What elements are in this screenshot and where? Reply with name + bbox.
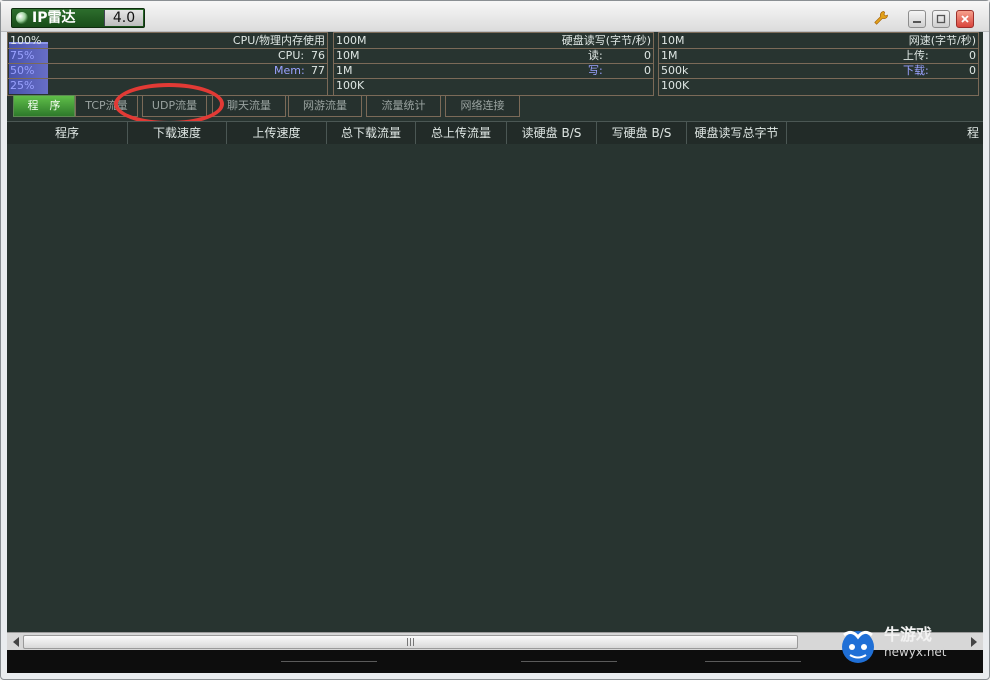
disk-scale-100k: 100K [336, 79, 365, 92]
cpu-value: 76 [311, 49, 325, 62]
main-content: 100% CPU/物理内存使用 75% CPU: 76 50% Mem: 77 … [7, 32, 983, 673]
column-program[interactable]: 程序 [7, 122, 128, 144]
table-header: 程序 下载速度 上传速度 总下载流量 总上传流量 读硬盘 B/S 写硬盘 B/S… [7, 121, 983, 145]
scroll-right-arrow-icon[interactable] [971, 637, 977, 647]
cpu-panel-row-1: 100% CPU/物理内存使用 [8, 33, 327, 49]
cpu-panel-row-3: 50% Mem: 77 [8, 63, 327, 79]
cpu-scale-100: 100% [10, 34, 42, 47]
disk-scale-10m: 10M [336, 49, 360, 62]
disk-scale-1m: 1M [336, 64, 353, 77]
disk-io-panel: 100M 硬盘读写(字节/秒) 10M 读: 0 1M 写: 0 100K [333, 32, 654, 96]
disk-panel-title: 硬盘读写(字节/秒) [561, 34, 651, 47]
table-body [7, 144, 983, 631]
net-panel-row-3: 500k 下载: 0 [659, 63, 978, 79]
scroll-left-arrow-icon[interactable] [13, 637, 19, 647]
cpu-scale-50: 50% [10, 64, 35, 77]
download-label: 下载: [903, 64, 929, 77]
maximize-button[interactable] [932, 10, 950, 28]
net-scale-100k: 100K [661, 79, 690, 92]
disk-read-label: 读: [588, 49, 603, 62]
watermark-text: 牛游戏 [884, 625, 933, 644]
cpu-scale-25: 25% [10, 79, 35, 92]
bull-logo-icon [842, 630, 874, 663]
column-disk-write[interactable]: 写硬盘 B/S [597, 122, 687, 144]
download-value: 0 [969, 64, 976, 77]
column-upload-speed[interactable]: 上传速度 [227, 122, 327, 144]
status-divider [705, 661, 801, 662]
maximize-icon [936, 14, 946, 24]
app-window: IP雷达 4.0 100% CPU/物理内存使用 75% CPU: 76 50%… [0, 0, 990, 680]
disk-write-label: 写: [588, 64, 603, 77]
disk-panel-row-3: 1M 写: 0 [334, 63, 653, 79]
mem-value: 77 [311, 64, 325, 77]
disk-write-value: 0 [644, 64, 651, 77]
minimize-button[interactable] [908, 10, 926, 28]
cpu-panel-title: CPU/物理内存使用 [232, 34, 325, 47]
network-speed-panel: 10M 网速(字节/秒) 1M 上传: 0 500k 下载: 0 100K [658, 32, 979, 96]
minimize-icon [913, 21, 921, 23]
net-panel-row-2: 1M 上传: 0 [659, 48, 978, 64]
disk-panel-row-2: 10M 读: 0 [334, 48, 653, 64]
grip-icon [407, 638, 415, 646]
column-download-speed[interactable]: 下载速度 [128, 122, 227, 144]
title-bar[interactable]: IP雷达 4.0 [1, 1, 989, 32]
column-total-upload[interactable]: 总上传流量 [416, 122, 507, 144]
close-icon [961, 15, 969, 23]
column-disk-total-bytes[interactable]: 硬盘读写总字节 [687, 122, 787, 144]
cpu-scale-75: 75% [10, 49, 35, 62]
status-bar: 牛游戏 newyx.net [7, 626, 983, 673]
tab-game-traffic[interactable]: 网游流量 [288, 95, 362, 117]
app-version: 4.0 [104, 10, 143, 26]
disk-scale-100m: 100M [336, 34, 367, 47]
watermark-url: newyx.net [884, 645, 947, 659]
tab-network-connections[interactable]: 网络连接 [445, 95, 520, 117]
tab-traffic-stats[interactable]: 流量统计 [366, 95, 441, 117]
net-scale-500k: 500k [661, 64, 689, 77]
scrollbar-thumb[interactable] [23, 635, 798, 649]
site-watermark: 牛游戏 newyx.net [836, 625, 971, 665]
status-divider [281, 661, 377, 662]
column-total-download[interactable]: 总下载流量 [327, 122, 416, 144]
net-panel-row-4: 100K [659, 78, 978, 93]
cpu-panel-row-2: 75% CPU: 76 [8, 48, 327, 64]
app-name: IP雷达 [32, 10, 76, 26]
status-divider [521, 661, 617, 662]
close-button[interactable] [956, 10, 974, 28]
tab-programs[interactable]: 程 序 [13, 95, 75, 117]
column-disk-read[interactable]: 读硬盘 B/S [507, 122, 597, 144]
app-brand: IP雷达 4.0 [11, 8, 145, 28]
disk-read-value: 0 [644, 49, 651, 62]
settings-wrench-icon[interactable] [873, 10, 889, 26]
upload-value: 0 [969, 49, 976, 62]
highlight-circle [114, 83, 224, 125]
net-panel-title: 网速(字节/秒) [908, 34, 976, 47]
upload-label: 上传: [903, 49, 929, 62]
cpu-label: CPU: [278, 49, 305, 62]
disk-panel-row-4: 100K [334, 78, 653, 93]
disk-panel-row-1: 100M 硬盘读写(字节/秒) [334, 33, 653, 49]
radar-icon [16, 12, 28, 24]
net-scale-1m: 1M [661, 49, 678, 62]
net-panel-row-1: 10M 网速(字节/秒) [659, 33, 978, 49]
column-program-truncated[interactable]: 程 [967, 122, 983, 144]
net-scale-10m: 10M [661, 34, 685, 47]
mem-label: Mem: [274, 64, 305, 77]
